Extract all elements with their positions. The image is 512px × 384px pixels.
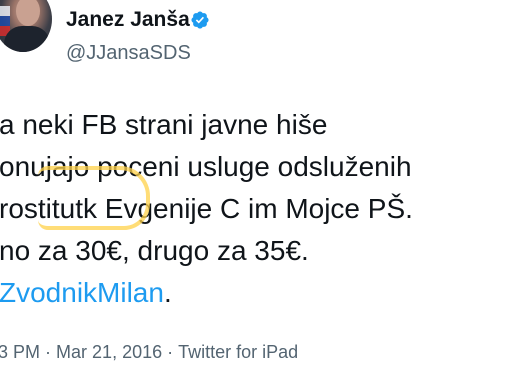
avatar-suit	[4, 26, 50, 52]
mention-suffix: .	[163, 277, 172, 308]
tweet-time[interactable]: 3 PM	[0, 340, 40, 364]
tweet-mention-line: ZvodnikMilan.	[0, 272, 512, 314]
tweet-line: a neki FB strani javne hiše	[0, 109, 328, 140]
meta-separator: ·	[167, 342, 174, 362]
tweet-date[interactable]: Mar 21, 2016	[56, 340, 162, 364]
highlight-annotation	[38, 166, 150, 230]
user-handle[interactable]: @JJansaSDS	[66, 41, 191, 65]
avatar[interactable]	[0, 0, 52, 52]
tweet-line: no za 30€, drugo za 35€.	[0, 235, 309, 266]
tweet-source[interactable]: Twitter for iPad	[178, 340, 298, 364]
mention-link[interactable]: ZvodnikMilan	[0, 277, 164, 308]
avatar-face	[16, 0, 40, 26]
meta-separator: ·	[45, 342, 52, 362]
tweet-meta: 3 PM · Mar 21, 2016 · Twitter for iPad	[0, 340, 298, 364]
verified-badge-icon	[191, 11, 209, 29]
display-name[interactable]: Janez Janša	[66, 7, 190, 33]
